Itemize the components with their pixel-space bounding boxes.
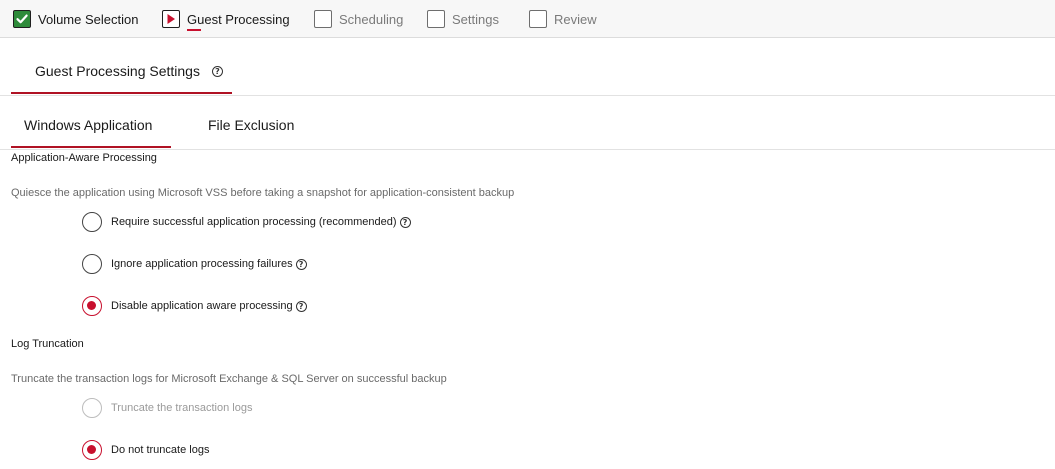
step-volume-selection[interactable]: Volume Selection [13, 8, 138, 30]
radio-button[interactable] [82, 212, 102, 232]
radio-disable-processing[interactable]: Disable application aware processing ? [82, 295, 307, 317]
step-label: Review [554, 11, 597, 27]
divider [0, 95, 1055, 96]
step-scheduling[interactable]: Scheduling [314, 8, 403, 30]
log-truncation-description: Truncate the transaction logs for Micros… [11, 373, 447, 385]
section-title: Guest Processing Settings ? [35, 63, 223, 79]
step-label: Volume Selection [38, 11, 139, 27]
current-step-indicator [187, 29, 201, 31]
play-icon [162, 10, 180, 28]
radio-button-disabled [82, 398, 102, 418]
checkbox-checked-icon [13, 10, 31, 28]
checkbox-empty-icon [427, 10, 445, 28]
checkbox-empty-icon [314, 10, 332, 28]
radio-label: Ignore application processing failures [111, 258, 293, 270]
help-icon[interactable]: ? [399, 216, 411, 228]
radio-ignore-failures[interactable]: Ignore application processing failures ? [82, 253, 307, 275]
help-icon[interactable]: ? [211, 65, 223, 77]
radio-label: Require successful application processin… [111, 216, 397, 228]
help-icon[interactable]: ? [295, 300, 307, 312]
help-icon[interactable]: ? [295, 258, 307, 270]
step-label: Guest Processing [187, 11, 290, 27]
divider [0, 149, 1055, 150]
radio-require-processing[interactable]: Require successful application processin… [82, 211, 411, 233]
step-label: Scheduling [339, 11, 404, 27]
step-review[interactable]: Review [529, 8, 597, 30]
radio-label: Disable application aware processing [111, 300, 293, 312]
checkbox-empty-icon [529, 10, 547, 28]
radio-button-selected[interactable] [82, 440, 102, 460]
app-aware-heading: Application-Aware Processing [11, 152, 157, 164]
radio-button-selected[interactable] [82, 296, 102, 316]
radio-label: Do not truncate logs [111, 444, 210, 456]
section-title-underline [11, 92, 232, 94]
app-aware-description: Quiesce the application using Microsoft … [11, 187, 515, 199]
wizard-stepper: Volume Selection Guest Processing Schedu… [0, 0, 1055, 38]
radio-button[interactable] [82, 254, 102, 274]
log-truncation-heading: Log Truncation [11, 338, 84, 350]
tab-windows-application[interactable]: Windows Application [24, 117, 152, 133]
radio-do-not-truncate[interactable]: Do not truncate logs [82, 439, 209, 461]
step-settings[interactable]: Settings [427, 8, 499, 30]
section-title-text: Guest Processing Settings [35, 63, 200, 79]
step-guest-processing[interactable]: Guest Processing [162, 8, 290, 30]
tab-file-exclusion[interactable]: File Exclusion [208, 117, 294, 133]
radio-label: Truncate the transaction logs [111, 402, 253, 414]
active-tab-indicator [11, 146, 171, 148]
step-label: Settings [452, 11, 499, 27]
radio-truncate-logs: Truncate the transaction logs [82, 397, 252, 419]
